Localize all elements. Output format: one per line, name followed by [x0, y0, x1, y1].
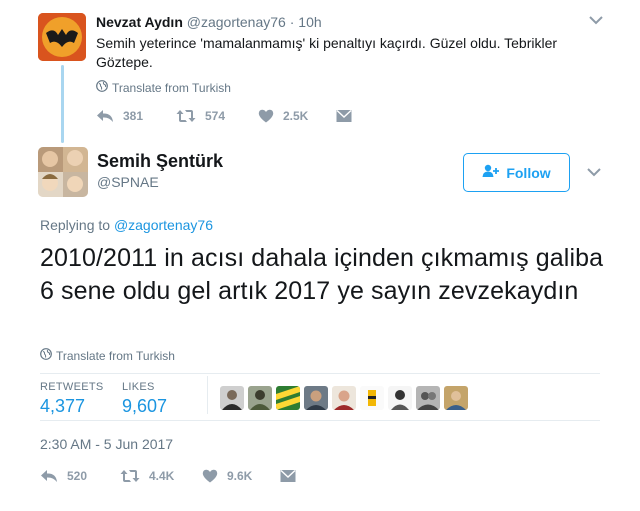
- main-action-bar: 520 4.4K 9.6K: [40, 468, 296, 484]
- translate-link[interactable]: Translate from Turkish: [40, 348, 175, 363]
- follow-button[interactable]: Follow: [463, 153, 570, 192]
- parent-action-bar: 381 574 2.5K: [96, 108, 352, 124]
- likes-value: 9,607: [122, 396, 168, 416]
- retweet-button[interactable]: 574: [176, 109, 258, 123]
- retweet-count: 574: [205, 109, 226, 123]
- reply-count: 520: [67, 469, 88, 483]
- liker-avatar[interactable]: [444, 386, 468, 410]
- parent-tweet[interactable]: Nevzat Aydın @zagortenay76 · 10h Semih y…: [0, 0, 640, 143]
- parent-tweet-text: Semih yeterince 'mamalanmamış' ki penalt…: [96, 35, 558, 70]
- thread-line: [61, 65, 64, 143]
- retweet-button[interactable]: 4.4K: [120, 469, 202, 483]
- replying-prefix: Replying to: [40, 217, 114, 233]
- liker-avatar[interactable]: [248, 386, 272, 410]
- parent-timestamp[interactable]: 10h: [298, 14, 321, 30]
- globe-icon: [96, 80, 108, 95]
- retweet-icon: [120, 469, 140, 483]
- liker-avatar[interactable]: [332, 386, 356, 410]
- like-button[interactable]: 9.6K: [202, 469, 280, 483]
- reply-icon: [40, 468, 58, 484]
- liker-avatars: [220, 386, 468, 410]
- like-count: 9.6K: [227, 469, 253, 483]
- like-button[interactable]: 2.5K: [258, 109, 336, 123]
- parent-author-name[interactable]: Nevzat Aydın: [96, 14, 183, 30]
- replying-to: Replying to @zagortenay76: [40, 217, 213, 233]
- translate-label: Translate from Turkish: [56, 348, 175, 363]
- envelope-icon: [336, 109, 352, 123]
- main-timestamp: 2:30 AM - 5 Jun 2017: [40, 436, 174, 452]
- separator-dot: ·: [289, 14, 295, 30]
- main-author-handle[interactable]: @SPNAE: [97, 173, 159, 191]
- liker-avatar[interactable]: [360, 386, 384, 410]
- translate-label: Translate from Turkish: [112, 80, 231, 95]
- likes-stat[interactable]: LIKES 9,607: [122, 380, 167, 417]
- liker-avatar[interactable]: [220, 386, 244, 410]
- dm-button[interactable]: [336, 109, 352, 123]
- globe-icon: [40, 348, 52, 363]
- chevron-down-icon[interactable]: [586, 165, 602, 179]
- chevron-down-icon[interactable]: [588, 13, 604, 27]
- retweets-label: RETWEETS: [40, 381, 104, 393]
- retweets-stat[interactable]: RETWEETS 4,377: [40, 380, 104, 417]
- liker-avatar[interactable]: [304, 386, 328, 410]
- add-user-icon: [482, 164, 500, 181]
- dm-button[interactable]: [280, 469, 296, 483]
- replying-to-link[interactable]: @zagortenay76: [114, 217, 213, 233]
- heart-icon: [202, 469, 218, 483]
- reply-button[interactable]: 520: [40, 468, 120, 484]
- liker-avatar[interactable]: [276, 386, 300, 410]
- parent-header: Nevzat Aydın @zagortenay76 · 10h: [96, 13, 322, 31]
- translate-link[interactable]: Translate from Turkish: [96, 80, 231, 95]
- main-author-name[interactable]: Semih Şentürk: [97, 150, 223, 172]
- likes-label: LIKES: [122, 381, 155, 393]
- liker-avatar[interactable]: [416, 386, 440, 410]
- retweets-value: 4,377: [40, 396, 86, 416]
- main-tweet-text: 2010/2011 in acısı dahala içinden çıkmam…: [40, 244, 604, 305]
- main-avatar[interactable]: [38, 147, 88, 197]
- liker-avatar[interactable]: [388, 386, 412, 410]
- divider: [40, 420, 600, 421]
- reply-icon: [96, 108, 114, 124]
- envelope-icon: [280, 469, 296, 483]
- reply-button[interactable]: 381: [96, 108, 176, 124]
- divider: [40, 373, 600, 374]
- stat-separator: [207, 376, 208, 414]
- heart-icon: [258, 109, 274, 123]
- like-count: 2.5K: [283, 109, 309, 123]
- retweet-count: 4.4K: [149, 469, 175, 483]
- follow-label: Follow: [506, 164, 551, 181]
- retweet-icon: [176, 109, 196, 123]
- parent-avatar[interactable]: [38, 13, 86, 61]
- parent-author-handle[interactable]: @zagortenay76: [187, 14, 286, 30]
- reply-count: 381: [123, 109, 144, 123]
